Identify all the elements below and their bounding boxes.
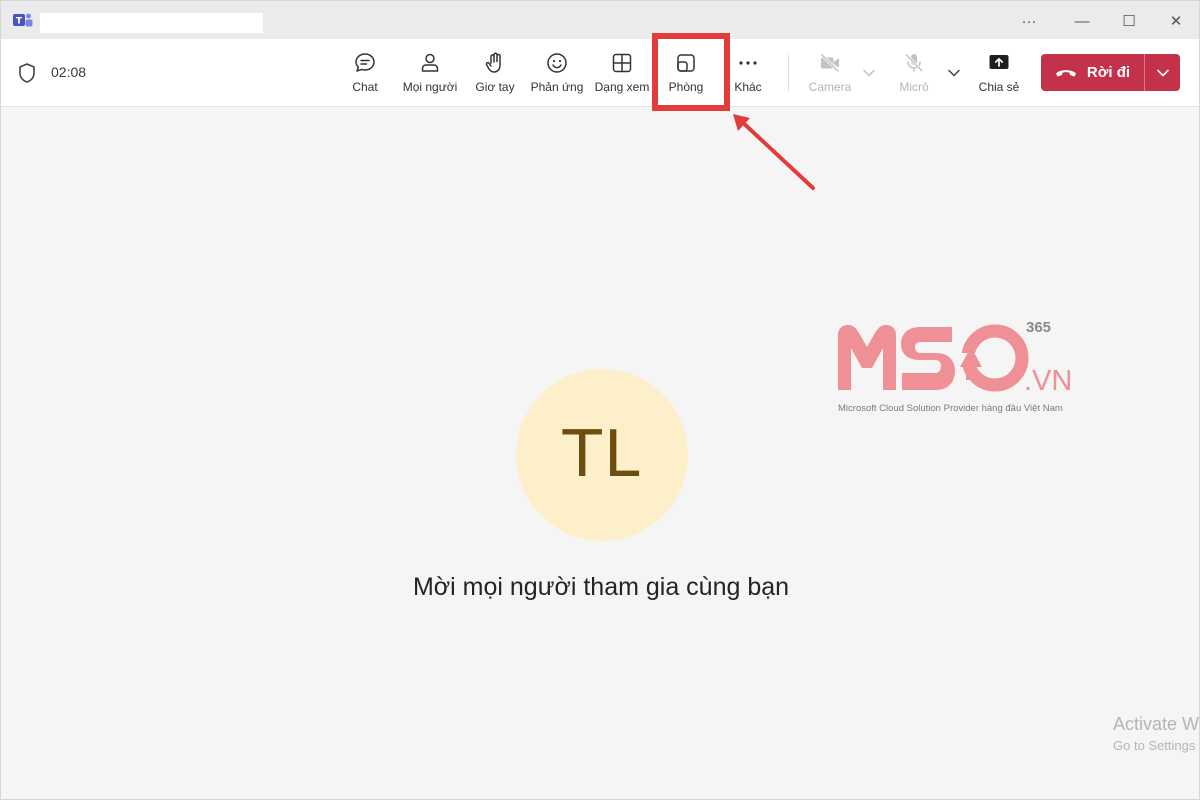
title-bar: T ··· — ☐ ✕ [1,1,1199,39]
maximize-button[interactable]: ☐ [1107,7,1151,35]
leave-button[interactable]: Rời đi [1041,54,1180,91]
window-more-button[interactable]: ··· [1007,7,1051,35]
leave-options-button[interactable] [1145,54,1180,91]
teams-meeting-window: T ··· — ☐ ✕ 02:08 Chat Mọi người Giơ tay… [0,0,1200,800]
raise-hand-button[interactable]: Giơ tay [471,39,519,107]
hand-icon [485,52,501,73]
annotation-arrow-icon [733,114,815,190]
people-label: Mọi người [402,80,458,94]
react-button[interactable]: Phản ứng [529,39,585,107]
camera-off-icon [820,53,840,73]
activation-subtitle: Go to Settings [1113,738,1196,753]
leave-main-button[interactable]: Rời đi [1041,54,1144,91]
view-button[interactable]: Dạng xem [592,39,652,107]
rooms-label: Phòng [668,80,704,94]
rooms-icon [677,54,695,72]
avatar: TL [516,369,688,541]
avatar-initials: TL [562,418,642,492]
teams-logo-icon: T [13,13,33,27]
raise-hand-label: Giơ tay [475,80,515,94]
share-button[interactable]: Chia sẻ [976,39,1022,107]
share-label: Chia sẻ [978,80,1020,94]
mic-options-chevron-icon[interactable] [946,65,962,81]
close-button[interactable]: ✕ [1154,7,1198,35]
react-label: Phản ứng [530,80,584,94]
people-icon [421,53,439,72]
maximize-icon: ☐ [1122,13,1136,30]
toolbar-divider [788,55,789,91]
hang-up-icon [1055,69,1076,76]
chat-label: Chat [352,80,378,94]
watermark-domain: .VN [1024,365,1072,397]
activation-title: Activate W [1113,714,1200,734]
camera-label: Camera [808,80,852,94]
minimize-icon: — [1074,12,1090,30]
meeting-toolbar: 02:08 Chat Mọi người Giơ tay Phản ứng Dạ… [1,39,1199,107]
windows-activation-notice: Activate W Go to Settings [1113,714,1199,753]
meeting-timer: 02:08 [51,64,87,80]
more-label: Khác [734,80,762,94]
people-button[interactable]: Mọi người [400,39,460,107]
camera-button[interactable]: Camera [805,39,855,107]
more-dots-icon: ··· [1021,12,1037,30]
mic-off-icon [904,53,924,73]
smile-icon [547,53,567,73]
share-icon [989,55,1009,69]
grid-icon [612,53,632,73]
rooms-button[interactable]: Phòng [662,39,710,107]
watermark-tagline: Microsoft Cloud Solution Provider hàng đ… [838,403,1063,414]
chat-icon [355,53,375,72]
chevron-down-icon [1156,69,1169,76]
more-button[interactable]: Khác [728,39,768,107]
invite-message: Mời mọi người tham gia cùng bạn [412,573,790,601]
shield-icon[interactable] [17,62,37,84]
window-title-field [40,13,263,33]
mic-label: Micrô [899,80,929,94]
view-label: Dạng xem [594,80,650,94]
camera-options-chevron-icon[interactable] [861,65,877,81]
chat-button[interactable]: Chat [341,39,389,107]
close-icon: ✕ [1169,13,1183,30]
leave-label: Rời đi [1086,64,1131,81]
minimize-button[interactable]: — [1060,7,1104,35]
mic-button[interactable]: Micrô [891,39,937,107]
more-icon [739,61,757,65]
svg-text:T: T [16,17,23,27]
watermark-superscript: 365 [1026,319,1051,336]
